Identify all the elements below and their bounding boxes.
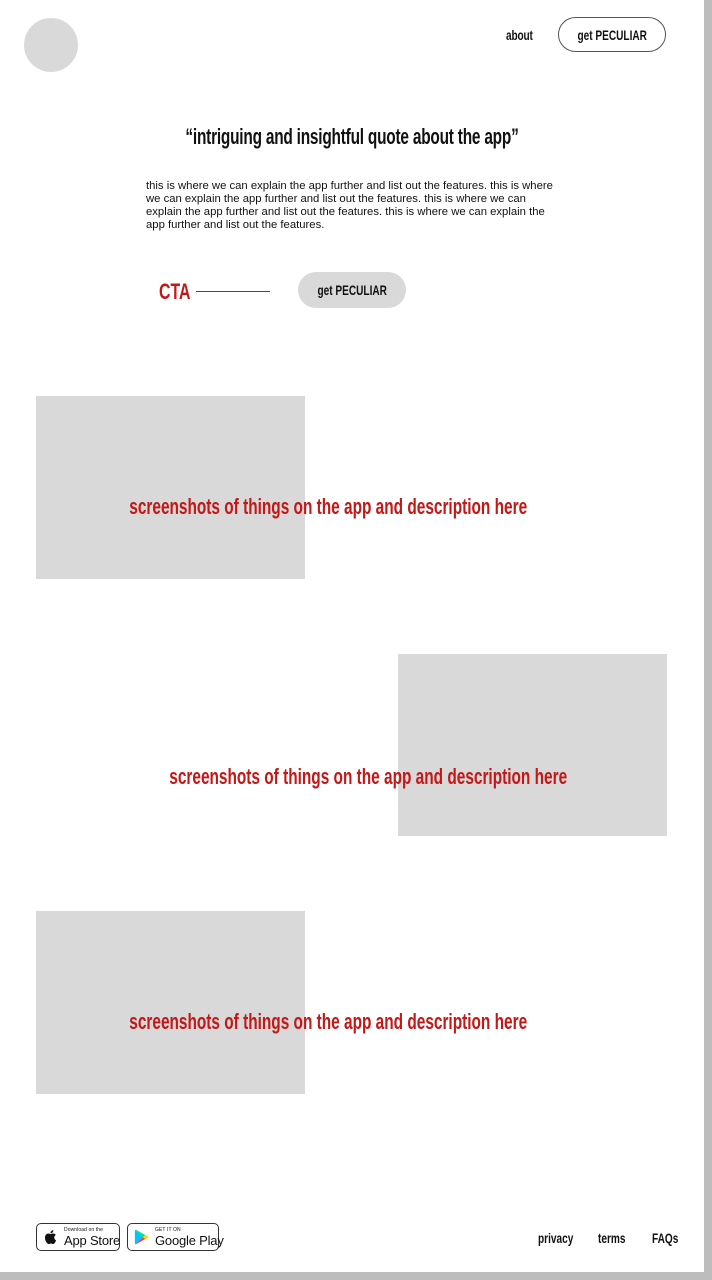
feature-description: screenshots of things on the app and des…: [0, 494, 680, 520]
feature-description: screenshots of things on the app and des…: [0, 1009, 680, 1035]
google-play-badge-text: GET IT ON Google Play: [155, 1226, 224, 1248]
hero-description: this is where we can explain the app fur…: [146, 180, 553, 231]
app-store-badge-text: Download on the App Store: [64, 1226, 121, 1248]
apple-icon: [44, 1230, 57, 1244]
app-store-big-text: App Store: [64, 1232, 121, 1248]
app-store-small-text: Download on the: [64, 1226, 104, 1233]
nav-about-link[interactable]: about: [506, 27, 533, 43]
google-play-icon: [134, 1229, 149, 1245]
page: about get PECULIAR “intriguing and insig…: [0, 0, 704, 1272]
google-play-badge[interactable]: GET IT ON Google Play: [127, 1223, 224, 1251]
feature-screenshot-placeholder: [398, 654, 667, 836]
feature-description: screenshots of things on the app and des…: [16, 764, 704, 790]
cta-label: CTA: [159, 279, 191, 304]
feature-description-text: screenshots of things on the app and des…: [129, 494, 527, 519]
footer-faqs-link[interactable]: FAQs: [652, 1230, 678, 1246]
cta-get-peculiar-button[interactable]: get PECULIAR: [298, 272, 406, 308]
header-get-peculiar-button[interactable]: get PECULIAR: [558, 17, 666, 52]
feature-description-text: screenshots of things on the app and des…: [169, 764, 567, 789]
header-get-peculiar-label: get PECULIAR: [577, 26, 647, 43]
app-store-badge[interactable]: Download on the App Store: [36, 1223, 120, 1251]
footer-terms-link[interactable]: terms: [598, 1230, 625, 1246]
feature-description-text: screenshots of things on the app and des…: [129, 1009, 527, 1034]
google-play-small-text: GET IT ON: [155, 1226, 181, 1233]
google-play-big-text: Google Play: [155, 1232, 224, 1248]
cta-get-peculiar-label: get PECULIAR: [317, 282, 387, 298]
footer-privacy-link[interactable]: privacy: [538, 1230, 573, 1246]
hero-quote-text: “intriguing and insightful quote about t…: [185, 124, 519, 149]
hero-quote: “intriguing and insightful quote about t…: [0, 124, 704, 150]
cta-pointer-line: [196, 291, 270, 292]
logo[interactable]: [24, 18, 78, 72]
feature-screenshot-placeholder: [36, 911, 305, 1094]
feature-screenshot-placeholder: [36, 396, 305, 579]
